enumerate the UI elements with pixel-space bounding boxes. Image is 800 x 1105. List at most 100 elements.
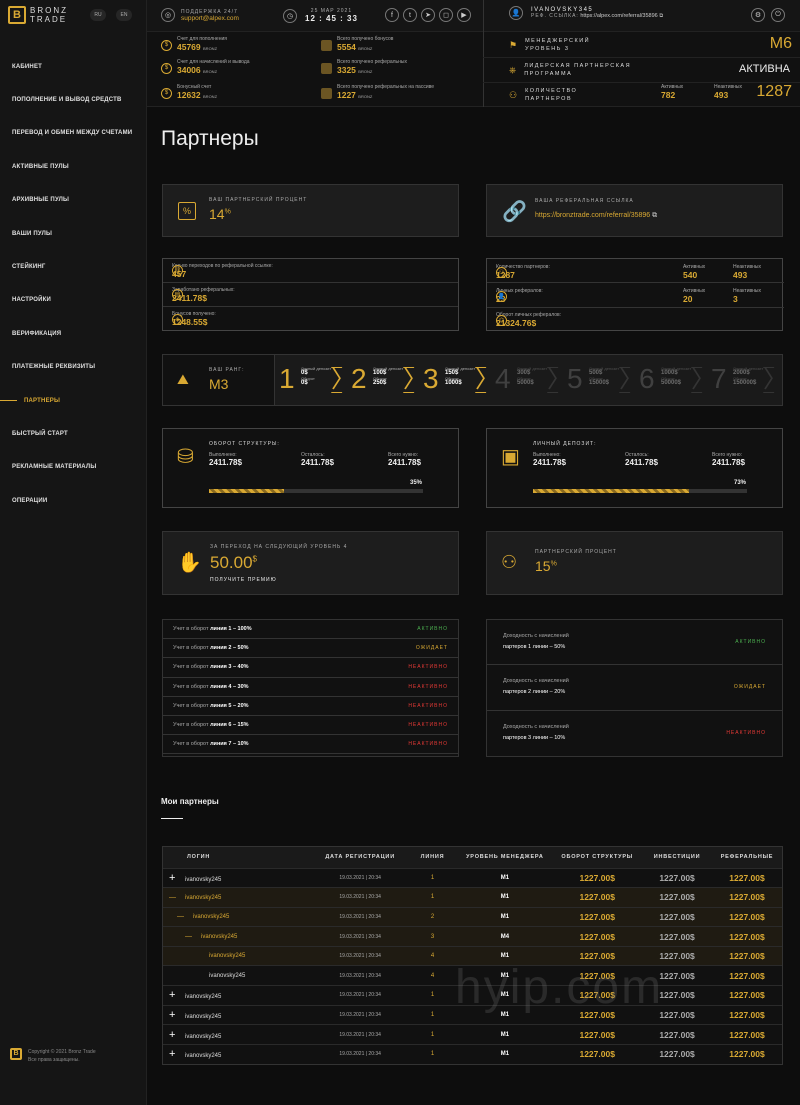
support-email-link[interactable]: support@alpex.com — [181, 15, 239, 22]
link-icon: ⛓ — [172, 265, 183, 276]
partner-line: 1 — [407, 985, 458, 1006]
structure-turnover: 1227.00$ — [552, 887, 643, 908]
income-label: Доходность с начислений — [503, 633, 569, 640]
expand-icon[interactable]: + — [169, 872, 181, 884]
table-row[interactable]: + ivanovsky245 19.03.2021 | 20:34 1 M1 1227.0… — [163, 1024, 782, 1045]
earnings-icon: ▤ — [172, 289, 183, 300]
line-value: линия 7 – 10% — [210, 741, 249, 748]
structure-done-value: 2411.78$ — [209, 458, 242, 467]
partner-login[interactable]: ivanovsky245 — [209, 973, 245, 979]
structure-turnover: 1227.00$ — [552, 1024, 643, 1045]
copy-icon[interactable]: ⧉ — [659, 13, 663, 19]
table-row[interactable]: + ivanovsky245 19.03.2021 | 20:34 1 M1 1227.0… — [163, 1043, 782, 1064]
logo[interactable]: B BRONZ TRADE — [8, 6, 68, 24]
lang-en-button[interactable]: EN — [116, 9, 132, 21]
table-row[interactable]: — ivanovsky245 19.03.2021 | 20:34 2 M1 1227.0… — [163, 906, 782, 927]
top-ref-link[interactable]: https://alpex.com/referral/35896 — [580, 13, 657, 19]
partner-login[interactable]: ivanovsky245 — [185, 895, 221, 901]
referral-income: 1227.00$ — [712, 926, 782, 947]
bonus-unit: $ — [252, 554, 257, 564]
stat-value: 5554 — [337, 42, 356, 52]
sidebar-item-13[interactable]: ОПЕРАЦИИ — [0, 484, 147, 517]
lang-ru-button[interactable]: RU — [90, 9, 106, 21]
rank-step-7: 7 Личный депозит 2000$ Оборот 150000$ 〉 — [711, 363, 787, 394]
structure-title: ОБОРОТ СТРУКТУРЫ: — [209, 441, 280, 447]
sidebar-item-7[interactable]: НАСТРОЙКИ — [0, 284, 147, 317]
rank-step-number: 3 — [423, 363, 439, 394]
partner-login[interactable]: ivanovsky245 — [185, 877, 221, 883]
partner-line: 1 — [407, 1024, 458, 1045]
partner-login[interactable]: ivanovsky245 — [193, 914, 229, 920]
table-header: РЕФЕРАЛЬНЫЕ — [720, 854, 774, 861]
table-row[interactable]: — ivanovsky245 19.03.2021 | 20:34 3 M4 1227.0… — [163, 926, 782, 947]
referral-income: 1227.00$ — [712, 985, 782, 1006]
partner-login[interactable]: ivanovsky245 — [209, 953, 245, 959]
income-label: Доходность с начислений — [503, 724, 569, 731]
copyright: B Copyright © 2021 Bronz Trade Все права … — [10, 1048, 96, 1064]
manager-level: M1 — [457, 867, 553, 888]
partner-login[interactable]: ivanovsky245 — [201, 934, 237, 940]
active-count: 782 — [661, 90, 676, 100]
youtube-icon[interactable]: ▶ — [457, 8, 471, 22]
logout-icon[interactable]: ⏻ — [771, 8, 785, 22]
reg-date: 19.03.2021 | 20:34 — [312, 965, 408, 986]
sidebar-item-11[interactable]: БЫСТРЫЙ СТАРТ — [0, 417, 147, 450]
sidebar-item-3[interactable]: АКТИВНЫЕ ПУЛЫ — [0, 150, 147, 183]
turnover-icon: ⌬ — [496, 314, 507, 326]
sidebar-item-10[interactable]: ПАРТНЕРЫ — [0, 384, 147, 417]
partner-login[interactable]: ivanovsky245 — [185, 994, 221, 1000]
table-row[interactable]: + ivanovsky245 19.03.2021 | 20:34 1 M1 1227.0… — [163, 867, 782, 888]
collapse-icon[interactable]: — — [169, 894, 181, 901]
line-prefix: Учет в оборот — [173, 683, 209, 690]
partner-login[interactable]: ivanovsky245 — [185, 1014, 221, 1020]
facebook-icon[interactable]: f — [385, 8, 399, 22]
twitter-icon[interactable]: t — [403, 8, 417, 22]
expand-icon[interactable]: + — [169, 1009, 181, 1021]
sidebar-item-0[interactable]: КАБИНЕТ — [0, 50, 147, 83]
expand-icon[interactable]: + — [169, 1048, 181, 1060]
partner-login[interactable]: ivanovsky245 — [185, 1034, 221, 1040]
stat-1: $ Счет для начислений и вывода 34006 BRONZ — [161, 59, 250, 77]
income-row: Доходность с начислений партеров 2 линии … — [487, 665, 782, 711]
settings-icon[interactable]: ⚙ — [751, 8, 765, 22]
partner-login[interactable]: ivanovsky245 — [185, 1053, 221, 1059]
expand-icon[interactable]: + — [169, 989, 181, 1001]
income-status: НЕАКТИВНО — [726, 730, 766, 737]
line-value: линия 5 – 20% — [210, 702, 249, 709]
sidebar-item-1[interactable]: ПОПОЛНЕНИЕ И ВЫВОД СРЕДСТВ — [0, 83, 147, 116]
sidebar-item-5[interactable]: ВАШИ ПУЛЫ — [0, 217, 147, 250]
instagram-icon[interactable]: ◻ — [439, 8, 453, 22]
rank-step-5: 5 Личный депозит 500$ Оборот 15000$ 〉 — [567, 363, 643, 394]
collapse-icon[interactable]: — — [185, 933, 197, 940]
account-icon: $ — [161, 62, 172, 74]
referral-income: 1227.00$ — [712, 1043, 782, 1064]
table-row[interactable]: — ivanovsky245 19.03.2021 | 20:34 1 M1 1227.0… — [163, 887, 782, 908]
deposit-progress-bar — [533, 489, 747, 493]
line-row: Учет в оборот линия 5 – 20% НЕАКТИВНО — [163, 697, 458, 716]
collapse-icon[interactable]: — — [177, 913, 189, 920]
line-row: Учет в оборот линия 6 – 15% НЕАКТИВНО — [163, 716, 458, 736]
expand-icon[interactable]: + — [169, 1029, 181, 1041]
personal-active: 20 — [683, 294, 693, 304]
income-row: Доходность с начислений партеров 3 линии … — [487, 711, 782, 756]
telegram-icon[interactable]: ➤ — [421, 8, 435, 22]
copy-link-icon[interactable]: ⧉ — [652, 212, 657, 219]
deposit-done-value: 2411.78$ — [533, 458, 566, 467]
sidebar-item-2[interactable]: ПЕРЕВОД И ОБМЕН МЕЖДУ СЧЕТАМИ — [0, 117, 147, 150]
income-line: партеров 3 линии – 10% — [503, 735, 566, 742]
sidebar-item-4[interactable]: АРХИВНЫЕ ПУЛЫ — [0, 184, 147, 217]
personal-icon: 👤 — [496, 290, 507, 302]
sidebar-item-6[interactable]: СТЕЙКИНГ — [0, 250, 147, 283]
brand-line1: BRONZ — [30, 6, 68, 15]
reg-date: 19.03.2021 | 20:34 — [312, 926, 408, 947]
ref-card-link[interactable]: https://bronztrade.com/referral/35896 — [535, 212, 650, 219]
sidebar-item-9[interactable]: ПЛАТЕЖНЫЕ РЕКВИЗИТЫ — [0, 351, 147, 384]
line-status: НЕАКТИВНО — [408, 683, 448, 690]
sidebar-item-12[interactable]: РЕКЛАМНЫЕ МАТЕРИАЛЫ — [0, 451, 147, 484]
logo-icon: B — [8, 6, 26, 24]
get-bonus-button[interactable]: ПОЛУЧИТЕ ПРЕМИЮ — [210, 577, 277, 583]
logo-small-icon: B — [10, 1048, 22, 1060]
manager-label: МЕНЕДЖЕРСКИЙ — [525, 38, 591, 44]
sidebar-item-8[interactable]: ВЕРИФИКАЦИЯ — [0, 317, 147, 350]
stat-unit: BRONZ — [358, 94, 373, 99]
